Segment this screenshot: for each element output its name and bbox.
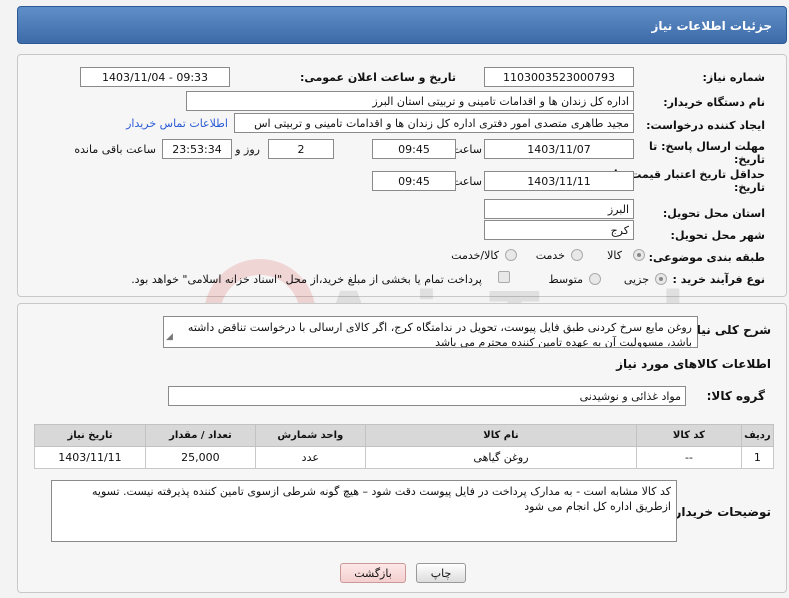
reply-time-label: ساعت xyxy=(452,143,482,156)
col-name: نام کالا xyxy=(364,424,638,447)
buyer-org-field: اداره کل زندان ها و اقدامات تامینی و ترب… xyxy=(186,91,634,111)
description-textarea: روغن مایع سرخ کردنی طبق فایل پیوست، تحوی… xyxy=(163,316,698,348)
requester-label: ایجاد کننده درخواست: xyxy=(646,119,765,132)
cell-row: 1 xyxy=(740,446,775,469)
reply-time-field: 09:45 xyxy=(372,139,456,159)
price-validity-label: حداقل تاریخ اعتبار قیمت: تا xyxy=(613,168,765,181)
col-unit: واحد شمارش xyxy=(254,424,366,447)
reply-deadline-label: مهلت ارسال پاسخ: تا xyxy=(649,140,765,153)
price-validity-date-word: تاریخ: xyxy=(733,181,765,194)
print-button[interactable]: چاپ xyxy=(416,563,466,583)
process-option-minor: جزیی xyxy=(623,273,649,286)
table-row: 1 -- روغن گیاهی عدد 25,000 1403/11/11 xyxy=(34,446,775,469)
cell-name: روغن گیاهی xyxy=(364,446,638,469)
process-radio-medium[interactable] xyxy=(589,273,601,285)
category-radio-service[interactable] xyxy=(571,249,583,261)
process-option-medium: متوسط xyxy=(548,273,583,286)
price-time-field: 09:45 xyxy=(372,171,456,191)
col-qty: تعداد / مقدار xyxy=(144,424,256,447)
requester-field: مجید طاهری متصدی امور دفتری اداره کل زند… xyxy=(234,113,634,133)
category-radio-goods-service[interactable] xyxy=(505,249,517,261)
category-option-goods-service: کالا/خدمت xyxy=(451,249,499,262)
buyer-notes-textarea: کد کالا مشابه است - به مدارک پرداخت در ف… xyxy=(51,480,677,542)
col-row: ردیف xyxy=(740,424,775,447)
city-field: کرج xyxy=(484,220,634,240)
back-button[interactable]: بازگشت xyxy=(340,563,406,583)
treasury-payment-note: پرداخت تمام یا بخشی از مبلغ خرید،از محل … xyxy=(131,273,482,286)
category-option-service: خدمت xyxy=(535,249,565,262)
description-text: روغن مایع سرخ کردنی طبق فایل پیوست، تحوی… xyxy=(187,321,692,348)
buyer-org-label: نام دستگاه خریدار: xyxy=(663,96,765,109)
process-label: نوع فرآیند خرید : xyxy=(672,273,765,286)
cell-qty: 25,000 xyxy=(144,446,256,469)
goods-section-title: اطلاعات کالاهای مورد نیاز xyxy=(616,357,771,371)
cell-code: -- xyxy=(636,446,742,469)
goods-group-field: مواد غذائی و نوشیدنی xyxy=(168,386,686,406)
goods-group-label: گروه کالا: xyxy=(706,389,765,403)
category-radio-goods[interactable] xyxy=(633,249,645,261)
announce-field: 1403/11/04 - 09:33 xyxy=(80,67,230,87)
contact-buyer-link[interactable]: اطلاعات تماس خریدار xyxy=(126,117,228,130)
need-number-label: شماره نیاز: xyxy=(702,71,765,84)
province-field: البرز xyxy=(484,199,634,219)
price-time-label: ساعت xyxy=(452,175,482,188)
announce-label: تاریخ و ساعت اعلان عمومی: xyxy=(299,71,456,84)
resize-grip-icon[interactable]: ◢ xyxy=(166,330,173,345)
process-radio-minor[interactable] xyxy=(655,273,667,285)
page-title: جزئیات اطلاعات نیاز xyxy=(651,19,772,33)
reply-date-field: 1403/11/07 xyxy=(484,139,634,159)
page-header: جزئیات اطلاعات نیاز xyxy=(17,6,787,44)
remaining-time-field: 23:53:34 xyxy=(162,139,232,159)
cell-date: 1403/11/11 xyxy=(34,446,146,469)
cell-unit: عدد xyxy=(254,446,366,469)
reply-deadline-date-word: تاریخ: xyxy=(733,153,765,166)
province-label: استان محل تحویل: xyxy=(662,207,765,220)
buyer-notes-text: کد کالا مشابه است - به مدارک پرداخت در ف… xyxy=(92,485,671,513)
col-date: تاریخ نیاز xyxy=(34,424,146,447)
remaining-label: ساعت باقی مانده xyxy=(74,143,156,156)
goods-table-header: ردیف کد کالا نام کالا واحد شمارش تعداد /… xyxy=(34,424,775,447)
category-label: طبقه بندی موضوعی: xyxy=(648,251,765,264)
category-option-goods: کالا xyxy=(607,249,622,262)
days-label: روز و xyxy=(235,143,260,156)
need-number-field: 1103003523000793 xyxy=(484,67,634,87)
col-code: کد کالا xyxy=(636,424,742,447)
city-label: شهر محل تحویل: xyxy=(670,229,765,242)
goods-table: ردیف کد کالا نام کالا واحد شمارش تعداد /… xyxy=(34,424,775,469)
days-field: 2 xyxy=(268,139,334,159)
treasury-payment-checkbox[interactable] xyxy=(498,271,510,283)
price-date-field: 1403/11/11 xyxy=(484,171,634,191)
buyer-notes-label: توضیحات خریدار: xyxy=(669,505,771,519)
